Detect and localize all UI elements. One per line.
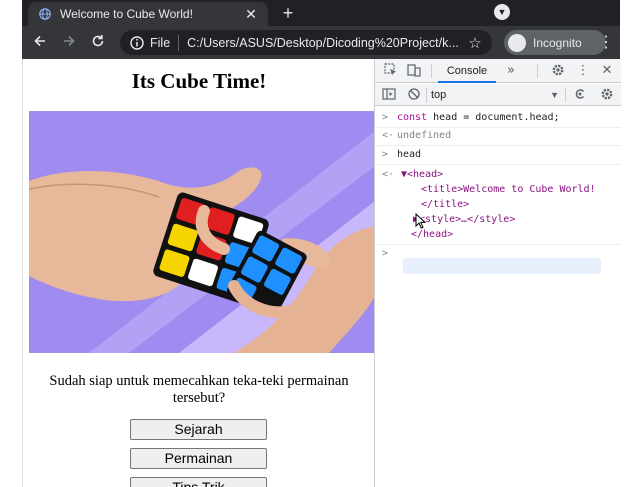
tips-trik-button[interactable]: Tips Trik — [130, 477, 267, 487]
close-devtools-icon[interactable]: ✕ — [599, 63, 615, 79]
toolbar-divider — [426, 88, 427, 102]
browser-tab[interactable]: Welcome to Cube World! ✕ — [28, 2, 268, 26]
tab-strip: Welcome to Cube World! ✕ + ▼ — [22, 0, 620, 26]
context-label: top — [431, 89, 447, 101]
sidebar-toggle-icon[interactable] — [381, 87, 397, 103]
result-value: undefined — [397, 130, 452, 141]
url-text[interactable]: C:/Users/ASUS/Desktop/Dicoding%20Project… — [187, 36, 466, 50]
intro-paragraph: Sudah siap untuk memecahkan teka-teki pe… — [49, 373, 349, 406]
incognito-badge[interactable]: Incognito — [504, 30, 606, 55]
live-expression-icon[interactable] — [572, 87, 588, 103]
result-prompt-icon: <· — [382, 130, 395, 141]
address-bar[interactable]: File C:/Users/ASUS/Desktop/Dicoding%20Pr… — [120, 30, 492, 55]
console-prompt-line[interactable]: > — [375, 245, 621, 263]
back-arrow-icon[interactable] — [30, 33, 50, 53]
console-result-line: <· undefined — [375, 127, 621, 145]
console-settings-gear-icon[interactable] — [599, 87, 615, 103]
screen: Welcome to Cube World! ✕ + ▼ File C:/Use… — [0, 0, 643, 487]
browser-toolbar: File C:/Users/ASUS/Desktop/Dicoding%20Pr… — [22, 26, 620, 59]
forward-arrow-icon[interactable] — [59, 33, 79, 53]
input-prompt-icon: > — [382, 149, 389, 160]
tab-search-icon[interactable]: ▼ — [494, 4, 510, 20]
toolbar-divider — [537, 64, 538, 78]
more-tabs-icon[interactable]: » — [503, 63, 519, 79]
hero-image — [29, 111, 374, 353]
page-viewport: Its Cube Time! Sudah siap untuk memecahk… — [22, 59, 374, 487]
dom-tree-line: </head> — [375, 226, 621, 244]
toolbar-divider — [431, 64, 432, 78]
clear-console-icon[interactable] — [406, 87, 422, 103]
reload-icon[interactable] — [88, 33, 108, 53]
input-prompt-icon: > — [382, 112, 389, 123]
code-text: head = document.head; — [427, 112, 560, 123]
page-title: Its Cube Time! — [131, 69, 267, 93]
code-text: head — [397, 149, 422, 160]
omnibox-divider — [178, 34, 180, 51]
tab-console[interactable]: Console — [438, 59, 496, 83]
settings-gear-icon[interactable] — [550, 63, 566, 79]
bookmark-star-icon[interactable]: ☆ — [466, 34, 484, 52]
incognito-label: Incognito — [533, 35, 582, 50]
scheme-label: File — [150, 35, 171, 50]
context-selector[interactable]: top ▼ — [431, 87, 559, 103]
device-toolbar-icon[interactable] — [406, 63, 422, 79]
inspect-element-icon[interactable] — [383, 63, 399, 79]
code-keyword: const — [397, 112, 428, 123]
info-icon[interactable] — [129, 35, 145, 51]
console-divider — [375, 164, 621, 165]
devtools-menu-icon[interactable]: ⋮ — [575, 63, 591, 79]
incognito-icon — [508, 33, 526, 52]
new-tab-button[interactable]: + — [277, 2, 299, 24]
console-toolbar: top ▼ — [375, 84, 621, 106]
console-input-line: > head — [375, 146, 621, 164]
sejarah-button[interactable]: Sejarah — [130, 419, 267, 440]
close-tab-icon[interactable]: ✕ — [242, 5, 260, 23]
toolbar-divider — [565, 88, 566, 102]
browser-menu-icon[interactable]: ⋮ — [598, 33, 614, 53]
devtools-panel: Console » ⋮ ✕ top ▼ > const head = docum… — [374, 59, 621, 487]
console-output[interactable]: > const head = document.head; <· undefin… — [375, 107, 621, 487]
console-input-line: > const head = document.head; — [375, 109, 621, 127]
globe-icon — [38, 7, 52, 21]
permainan-button[interactable]: Permainan — [130, 448, 267, 469]
devtools-tab-bar: Console » ⋮ ✕ — [375, 59, 621, 83]
input-prompt-icon: > — [382, 248, 389, 259]
tab-title: Welcome to Cube World! — [60, 7, 193, 21]
dropdown-arrow-icon: ▼ — [550, 90, 559, 100]
